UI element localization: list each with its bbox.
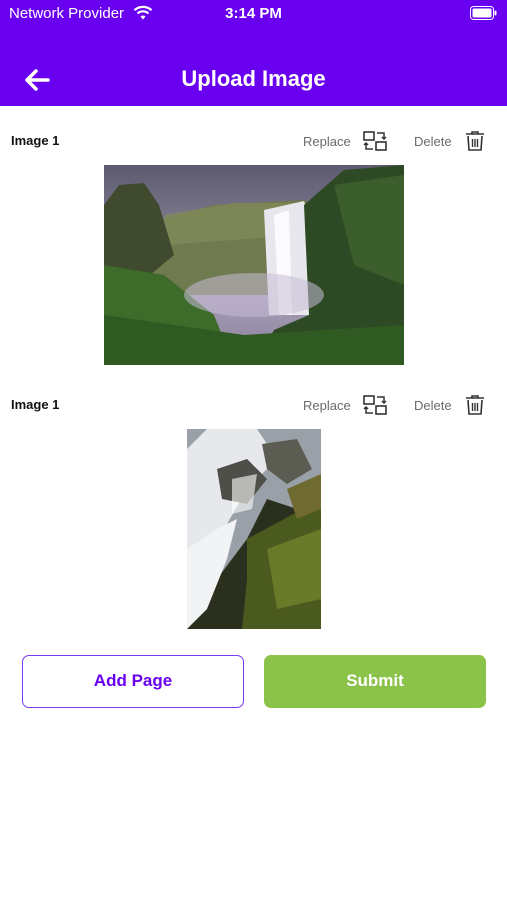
waterfall-photo <box>187 429 321 629</box>
uploaded-image-1 <box>104 165 404 365</box>
replace-button[interactable]: Replace <box>303 134 351 149</box>
status-bar: Network Provider 3:14 PM <box>0 0 507 28</box>
replace-button[interactable]: Replace <box>303 398 351 413</box>
image-section-1: Image 1 Replace Delete <box>0 128 507 368</box>
battery-icon <box>470 6 497 20</box>
delete-button[interactable]: Delete <box>414 398 452 413</box>
submit-button[interactable]: Submit <box>264 655 486 708</box>
trash-icon[interactable] <box>462 394 488 416</box>
add-page-button[interactable]: Add Page <box>22 655 244 708</box>
image-section-2: Image 1 Replace Delete <box>0 392 507 632</box>
replace-icon[interactable] <box>362 130 388 152</box>
status-time: 3:14 PM <box>225 5 282 22</box>
replace-icon[interactable] <box>362 394 388 416</box>
image-label: Image 1 <box>11 133 60 148</box>
page-title: Upload Image <box>181 66 326 91</box>
app-header: Network Provider 3:14 PM Upload Image <box>0 0 507 106</box>
uploaded-image-2 <box>187 429 321 629</box>
waterfall-photo <box>104 165 404 365</box>
trash-icon[interactable] <box>462 130 488 152</box>
delete-button[interactable]: Delete <box>414 134 452 149</box>
image-label: Image 1 <box>11 397 60 412</box>
